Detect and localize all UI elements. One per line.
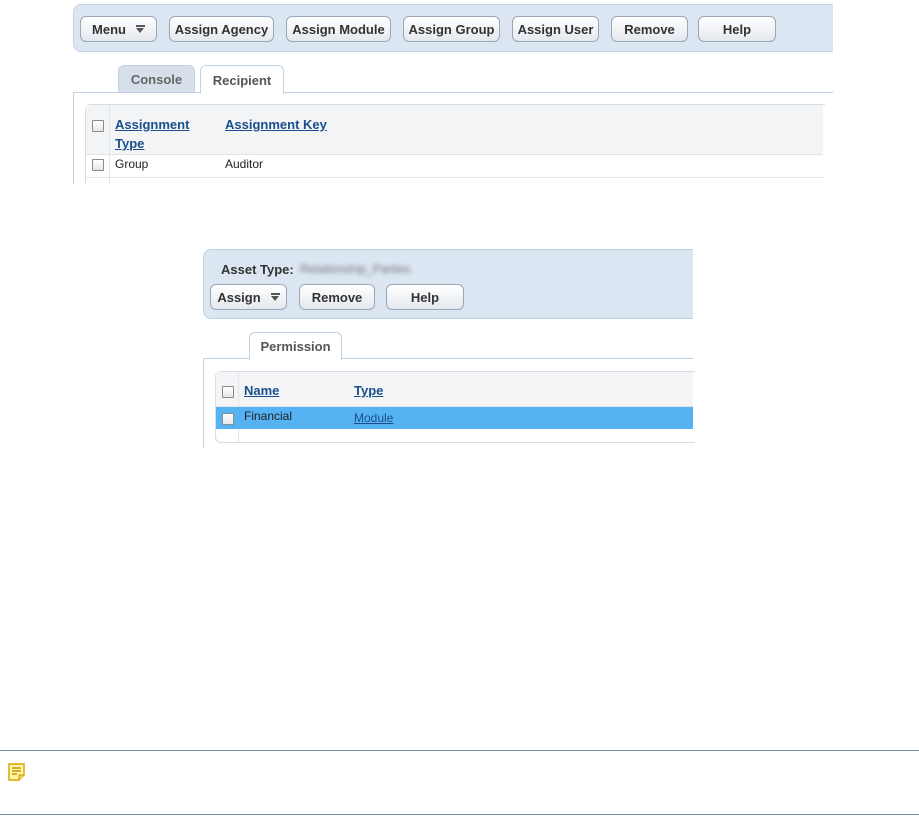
asset-type-value: Relationship_Parties — [300, 262, 411, 276]
column-header-assignment-key[interactable]: Assignment Key — [225, 115, 327, 134]
menu-button[interactable]: Menu — [80, 16, 157, 42]
assign-button-label: Assign — [217, 289, 261, 305]
column-header-assignment-type-line2: Type — [115, 136, 145, 151]
assign-module-button[interactable]: Assign Module — [286, 16, 391, 42]
assign-group-button[interactable]: Assign Group — [403, 16, 500, 42]
cell-assignment-key: Auditor — [225, 157, 264, 171]
select-all-checkbox[interactable] — [92, 120, 104, 132]
select-all-checkbox[interactable] — [222, 386, 234, 398]
column-header-type[interactable]: Type — [354, 381, 383, 400]
tab-console[interactable]: Console — [118, 65, 195, 93]
dropdown-icon — [135, 24, 145, 34]
assign-button[interactable]: Assign — [210, 284, 287, 310]
column-header-name[interactable]: Name — [244, 381, 279, 400]
remove-button[interactable]: Remove — [611, 16, 688, 42]
assign-agency-button[interactable]: Assign Agency — [169, 16, 274, 42]
cell-assignment-type: Group — [115, 157, 149, 171]
help-button[interactable]: Help — [386, 284, 464, 310]
help-button[interactable]: Help — [698, 16, 776, 42]
menu-button-label: Menu — [92, 21, 126, 37]
asset-type-label: Asset Type: — [221, 262, 294, 277]
row-checkbox[interactable] — [222, 413, 234, 425]
note-top-divider — [0, 750, 919, 751]
tab-recipient[interactable]: Recipient — [200, 65, 284, 94]
cell-type-link[interactable]: Module — [354, 410, 393, 426]
tab-permission[interactable]: Permission — [249, 332, 342, 360]
table-header — [86, 105, 823, 155]
row-divider — [86, 177, 823, 178]
note-bottom-divider — [0, 814, 919, 815]
note-icon — [8, 763, 25, 781]
assign-user-button[interactable]: Assign User — [512, 16, 599, 42]
table-header — [216, 372, 693, 407]
dropdown-icon — [270, 292, 280, 302]
row-checkbox[interactable] — [92, 159, 104, 171]
column-header-assignment-type[interactable]: Assignment Type — [115, 115, 189, 153]
column-header-assignment-type-line1: Assignment — [115, 117, 190, 132]
column-divider — [109, 105, 110, 184]
cell-name: Financial — [244, 409, 293, 423]
remove-button[interactable]: Remove — [299, 284, 375, 310]
